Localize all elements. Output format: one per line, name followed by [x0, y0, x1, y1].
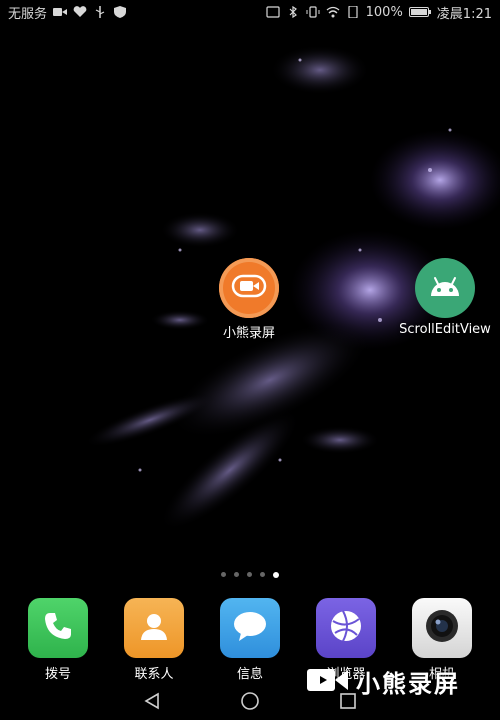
- app-scrolleditview[interactable]: ScrollEditView: [390, 258, 500, 337]
- page-dot-active[interactable]: [273, 571, 279, 578]
- health-heart-icon: [73, 6, 87, 18]
- dock-app-contacts[interactable]: 联系人: [114, 598, 194, 682]
- home-screen: 无服务 100% 凌晨1:21 小熊录屏 ScrollEditView 拨号 联…: [0, 0, 500, 720]
- vibrate-icon: [306, 6, 320, 18]
- bluetooth-icon: [286, 6, 300, 18]
- app-label: 联系人: [134, 667, 174, 682]
- app-icon-bg: [28, 598, 88, 658]
- app-label: ScrollEditView: [399, 322, 491, 337]
- app-label: 信息: [236, 667, 263, 682]
- video-camera-icon: [231, 273, 267, 303]
- usb-icon: [93, 6, 107, 18]
- app-icon-bg: [220, 598, 280, 658]
- app-icon-bg: [219, 258, 279, 318]
- home-circle-icon[interactable]: [238, 690, 262, 712]
- dock-app-messages[interactable]: 信息: [210, 598, 290, 682]
- page-dot[interactable]: [234, 572, 239, 577]
- wifi-icon: [326, 6, 340, 18]
- clock: 凌晨1:21: [436, 6, 492, 22]
- dock-app-dialer[interactable]: 拨号: [18, 598, 98, 682]
- video-recording-icon: [53, 6, 68, 18]
- status-bar: 无服务 100% 凌晨1:21: [0, 0, 500, 24]
- android-icon: [426, 272, 464, 304]
- page-dot[interactable]: [221, 572, 226, 577]
- battery-icon: [408, 6, 431, 18]
- page-dot[interactable]: [247, 572, 252, 577]
- page-indicator[interactable]: [0, 571, 500, 578]
- app-xiaoxiong-recorder[interactable]: 小熊录屏: [194, 258, 304, 341]
- video-camera-icon: [306, 665, 350, 699]
- carrier-text: 无服务: [8, 6, 48, 22]
- back-triangle-icon[interactable]: [140, 690, 164, 712]
- sim-icon: [346, 6, 360, 18]
- contact-icon: [137, 609, 171, 647]
- app-icon-bg: [124, 598, 184, 658]
- recorder-watermark: 小熊录屏: [306, 664, 460, 699]
- battery-percent: 100%: [365, 4, 403, 20]
- cast-icon: [266, 6, 280, 18]
- browser-globe-icon: [327, 607, 365, 649]
- shield-icon: [113, 6, 127, 18]
- watermark-text: 小熊录屏: [356, 670, 460, 698]
- camera-icon: [422, 606, 462, 650]
- app-label: 小熊录屏: [222, 326, 275, 341]
- app-icon-bg: [415, 258, 475, 318]
- app-icon-bg: [412, 598, 472, 658]
- phone-icon: [41, 609, 75, 647]
- app-icon-bg: [316, 598, 376, 658]
- message-icon: [231, 609, 269, 647]
- app-label: 拨号: [44, 667, 71, 682]
- page-dot[interactable]: [260, 572, 265, 577]
